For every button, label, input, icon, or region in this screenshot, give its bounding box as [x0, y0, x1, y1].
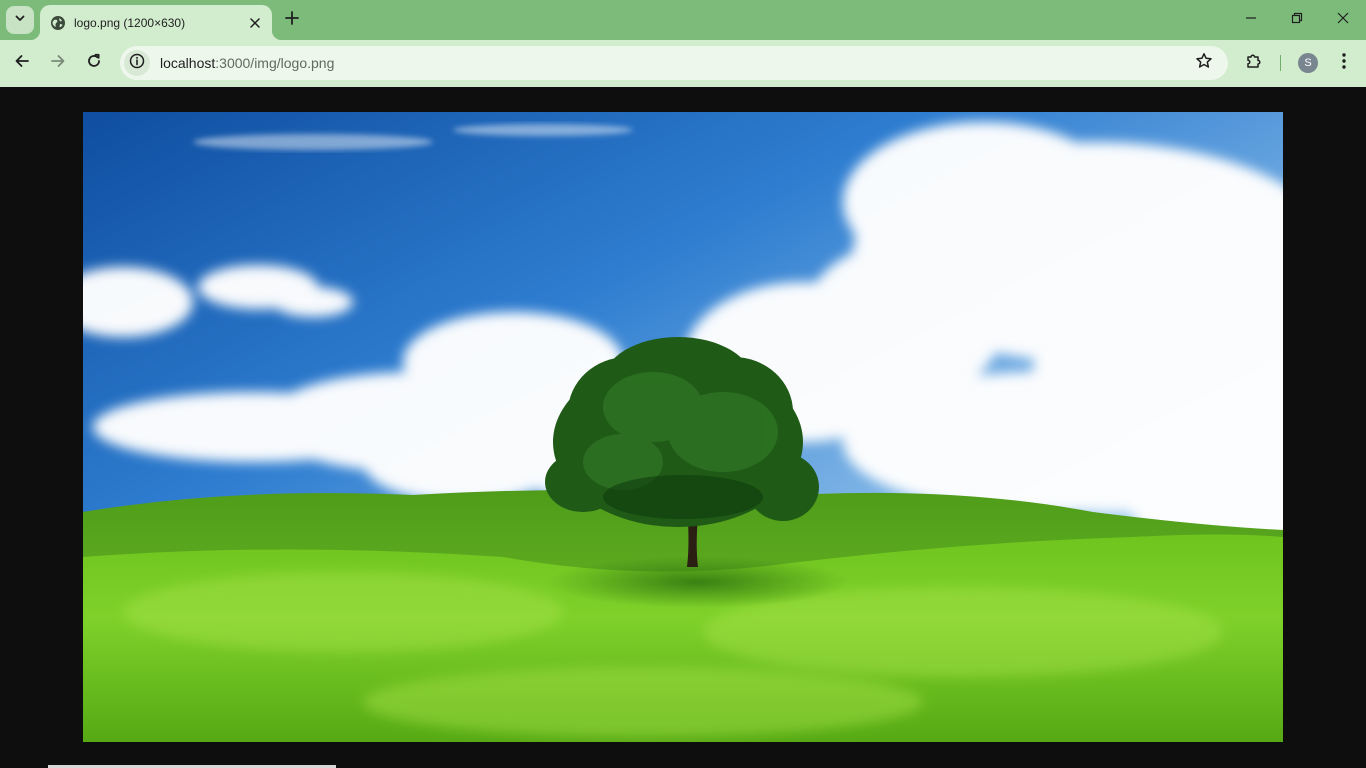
- reload-button[interactable]: [78, 47, 110, 79]
- arrow-right-icon: [50, 53, 66, 74]
- profile-avatar[interactable]: S: [1298, 53, 1318, 73]
- forward-button[interactable]: [42, 47, 74, 79]
- extensions-button[interactable]: [1240, 49, 1268, 77]
- restore-icon: [1291, 11, 1303, 29]
- chevron-down-icon: [14, 11, 26, 29]
- tab-strip: logo.png (1200×630): [0, 0, 1366, 40]
- close-icon[interactable]: [246, 14, 264, 32]
- puzzle-icon: [1245, 52, 1263, 75]
- url-path: :3000/img/logo.png: [215, 55, 335, 71]
- image-viewer: [0, 87, 1366, 768]
- reload-icon: [86, 53, 102, 74]
- plus-icon: [285, 10, 299, 30]
- url-host: localhost: [160, 55, 216, 71]
- browser-menu-button[interactable]: [1332, 49, 1356, 77]
- displayed-image[interactable]: [83, 112, 1283, 742]
- tab-title: logo.png (1200×630): [74, 15, 186, 30]
- star-icon: [1195, 52, 1213, 75]
- bookmark-button[interactable]: [1192, 51, 1216, 75]
- globe-icon: [50, 15, 66, 31]
- info-icon: [129, 53, 145, 74]
- window-close-button[interactable]: [1320, 0, 1366, 40]
- address-bar[interactable]: localhost:3000/img/logo.png: [120, 46, 1228, 80]
- restore-button[interactable]: [1274, 0, 1320, 40]
- more-vertical-icon: [1342, 52, 1346, 74]
- site-info-button[interactable]: [124, 50, 150, 76]
- close-icon: [1337, 11, 1349, 29]
- minimize-button[interactable]: [1228, 0, 1274, 40]
- back-button[interactable]: [6, 47, 38, 79]
- new-tab-button[interactable]: [280, 8, 304, 32]
- active-tab[interactable]: logo.png (1200×630): [30, 5, 282, 40]
- minimize-icon: [1245, 11, 1257, 29]
- window-controls: [1228, 0, 1366, 40]
- arrow-left-icon: [14, 53, 30, 74]
- toolbar-divider: [1280, 55, 1281, 71]
- toolbar: localhost:3000/img/logo.png S: [0, 40, 1366, 87]
- url-text[interactable]: localhost:3000/img/logo.png: [160, 55, 334, 71]
